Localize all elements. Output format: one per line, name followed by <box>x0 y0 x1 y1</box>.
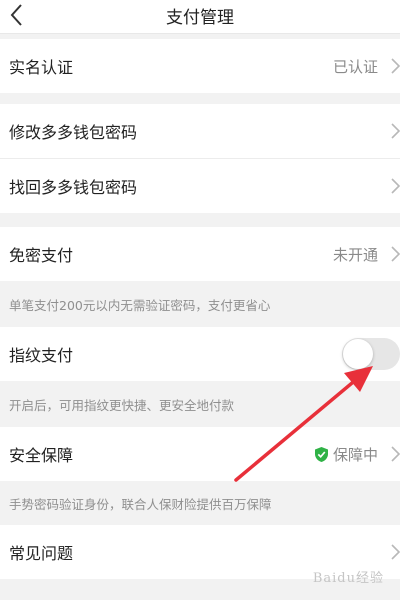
faq-label: 常见问题 <box>9 544 74 563</box>
page-title: 支付管理 <box>166 8 234 28</box>
chevron-right-icon <box>391 246 400 262</box>
real-name-label: 实名认证 <box>9 58 74 77</box>
security-label: 安全保障 <box>9 446 74 465</box>
chevron-right-icon <box>391 123 400 139</box>
top-bar: 支付管理 <box>0 0 400 34</box>
recover-password-label: 找回多多钱包密码 <box>9 178 138 197</box>
security-status: 保障中 <box>314 444 378 465</box>
recover-password-row[interactable]: 找回多多钱包密码 <box>0 159 400 213</box>
chevron-right-icon <box>391 58 400 74</box>
change-password-label: 修改多多钱包密码 <box>9 123 138 142</box>
security-note: 手势密码验证身份，联合人保财险提供百万保障 <box>0 481 400 525</box>
toggle-knob <box>343 339 373 369</box>
password-free-label: 免密支付 <box>9 246 74 265</box>
password-free-note: 单笔支付200元以内无需验证密码，支付更省心 <box>0 281 400 327</box>
security-row[interactable]: 安全保障 保障中 <box>0 427 400 481</box>
password-free-row[interactable]: 免密支付 未开通 <box>0 227 400 281</box>
fingerprint-note: 开启后，可用指纹更快捷、更安全地付款 <box>0 381 400 427</box>
change-password-row[interactable]: 修改多多钱包密码 <box>0 104 400 158</box>
fingerprint-label: 指纹支付 <box>9 346 74 365</box>
security-status-text: 保障中 <box>332 445 378 464</box>
fingerprint-row: 指纹支付 <box>0 327 400 381</box>
chevron-right-icon <box>391 544 400 560</box>
chevron-right-icon <box>391 178 400 194</box>
real-name-row[interactable]: 实名认证 已认证 <box>0 39 400 93</box>
fingerprint-toggle[interactable] <box>342 338 400 370</box>
real-name-status: 已认证 <box>332 57 378 76</box>
watermark: Baidu经验 <box>312 571 384 586</box>
shield-check-icon <box>314 446 328 462</box>
chevron-right-icon <box>391 446 400 462</box>
password-free-status: 未开通 <box>332 245 378 264</box>
